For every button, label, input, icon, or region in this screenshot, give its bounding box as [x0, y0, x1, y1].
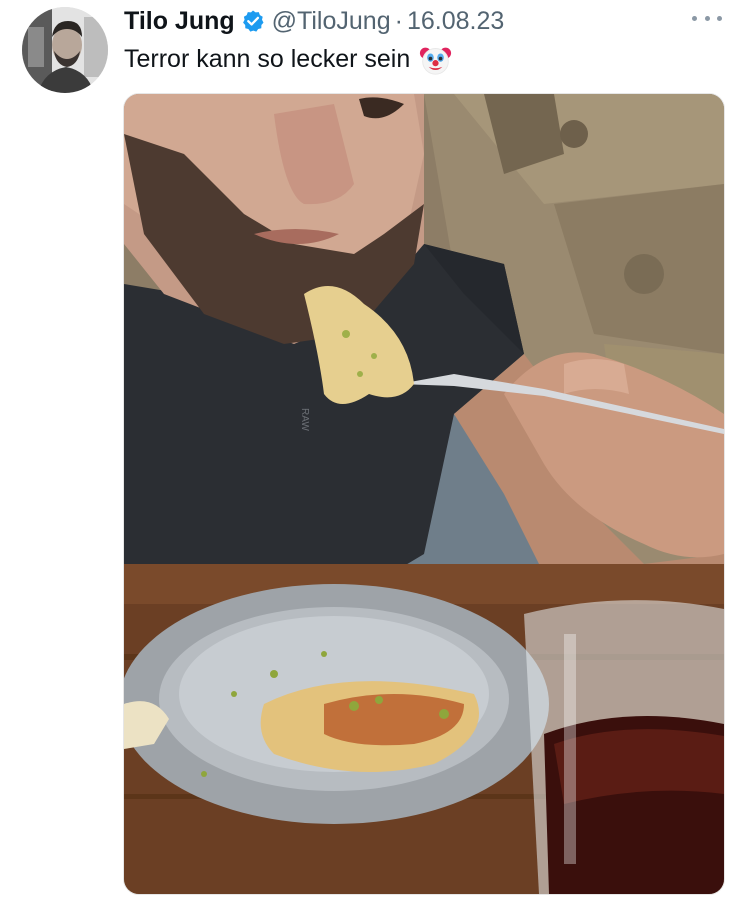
more-dot	[717, 15, 722, 21]
tweet-header: Tilo Jung @TiloJung · 16.08.23	[124, 4, 726, 38]
clown-face-icon	[419, 43, 452, 76]
shirt-logo: RAW	[299, 408, 310, 432]
avatar-photo	[22, 7, 108, 93]
tweet[interactable]: Tilo Jung @TiloJung · 16.08.23 Terror ka…	[0, 0, 746, 900]
tweet-text-row: Terror kann so lecker sein	[124, 42, 452, 76]
more-options-icon[interactable]	[692, 6, 722, 30]
author-name[interactable]: Tilo Jung	[124, 7, 235, 36]
verified-badge-icon	[241, 9, 265, 33]
tweet-media-photo[interactable]: RAW	[123, 93, 725, 895]
tweet-date[interactable]: 16.08.23	[407, 7, 504, 36]
photo-scene: RAW	[124, 94, 724, 894]
separator-dot: ·	[394, 6, 403, 35]
more-dot	[704, 15, 710, 21]
more-dot	[692, 15, 697, 21]
tweet-text: Terror kann so lecker sein	[124, 44, 411, 73]
author-handle[interactable]: @TiloJung	[272, 7, 391, 36]
avatar[interactable]	[22, 7, 108, 93]
